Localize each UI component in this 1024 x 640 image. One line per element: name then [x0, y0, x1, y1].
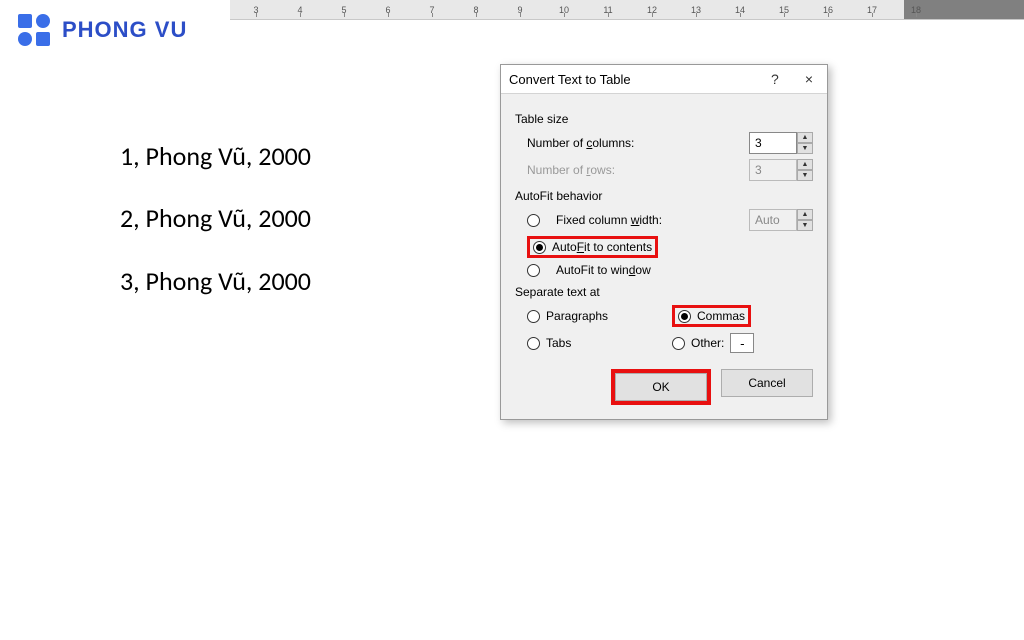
paragraphs-radio[interactable]	[527, 310, 540, 323]
ruler-mark: 15	[762, 5, 806, 15]
rows-input	[749, 159, 797, 181]
rows-label: Number of rows:	[527, 163, 739, 177]
table-size-group-label: Table size	[515, 112, 813, 126]
ruler-mark: 9	[498, 5, 542, 15]
fixed-width-input	[749, 209, 797, 231]
other-radio[interactable]	[672, 337, 685, 350]
commas-label: Commas	[697, 309, 745, 323]
ruler-mark: 17	[850, 5, 894, 15]
other-label: Other:	[691, 336, 724, 350]
document-body[interactable]: 1, Phong Vũ, 2000 2, Phong Vũ, 2000 3, P…	[120, 125, 311, 312]
other-input[interactable]	[730, 333, 754, 353]
ruler-mark: 3	[234, 5, 278, 15]
brand-logo-icon	[18, 14, 56, 46]
rows-spinner: ▲ ▼	[749, 159, 813, 181]
commas-highlight: Commas	[672, 305, 751, 327]
dialog-title-text: Convert Text to Table	[509, 72, 631, 87]
help-button[interactable]: ?	[765, 71, 785, 87]
columns-label: Number of columns:	[527, 136, 739, 150]
columns-input[interactable]	[749, 132, 797, 154]
close-button[interactable]: ×	[799, 71, 819, 87]
dialog-titlebar[interactable]: Convert Text to Table ? ×	[501, 65, 827, 94]
ruler-mark: 14	[718, 5, 762, 15]
autofit-window-radio[interactable]	[527, 264, 540, 277]
ruler-mark: 11	[586, 5, 630, 15]
cancel-button[interactable]: Cancel	[721, 369, 813, 397]
fixed-width-spinner: ▲ ▼	[749, 209, 813, 231]
autofit-contents-radio[interactable]	[533, 241, 546, 254]
text-line: 2, Phong Vũ, 2000	[120, 187, 311, 249]
ok-button[interactable]: OK	[615, 373, 707, 401]
fixed-width-label: Fixed column width:	[556, 213, 739, 227]
ruler-mark: 8	[454, 5, 498, 15]
ruler-mark: 7	[410, 5, 454, 15]
text-line: 3, Phong Vũ, 2000	[120, 250, 311, 312]
ruler-mark: 4	[278, 5, 322, 15]
columns-up-button[interactable]: ▲	[797, 132, 813, 143]
columns-down-button[interactable]: ▼	[797, 143, 813, 154]
ruler-mark: 12	[630, 5, 674, 15]
ruler-mark: 18	[894, 5, 938, 15]
convert-text-to-table-dialog: Convert Text to Table ? × Table size Num…	[500, 64, 828, 420]
horizontal-ruler[interactable]: 3 4 5 6 7 8 9 10 11 12 13 14 15 16 17 18	[230, 0, 1024, 20]
commas-radio[interactable]	[678, 310, 691, 323]
fixed-width-down-button: ▼	[797, 220, 813, 231]
rows-up-button: ▲	[797, 159, 813, 170]
ruler-mark: 5	[322, 5, 366, 15]
ruler-mark: 16	[806, 5, 850, 15]
columns-spinner[interactable]: ▲ ▼	[749, 132, 813, 154]
tabs-radio[interactable]	[527, 337, 540, 350]
ok-highlight: OK	[611, 369, 711, 405]
autofit-contents-label: AutoFit to contents	[552, 240, 652, 254]
ruler-mark: 10	[542, 5, 586, 15]
brand-logo: PHONG VU	[18, 14, 187, 46]
autofit-group-label: AutoFit behavior	[515, 189, 813, 203]
rows-down-button: ▼	[797, 170, 813, 181]
tabs-label: Tabs	[546, 336, 571, 350]
fixed-width-radio[interactable]	[527, 214, 540, 227]
autofit-contents-highlight: AutoFit to contents	[527, 236, 658, 258]
ruler-mark: 13	[674, 5, 718, 15]
fixed-width-up-button: ▲	[797, 209, 813, 220]
brand-logo-text: PHONG VU	[62, 17, 187, 43]
text-line: 1, Phong Vũ, 2000	[120, 125, 311, 187]
separate-group-label: Separate text at	[515, 285, 813, 299]
paragraphs-label: Paragraphs	[546, 309, 608, 323]
autofit-window-label: AutoFit to window	[556, 263, 813, 277]
ruler-mark: 6	[366, 5, 410, 15]
